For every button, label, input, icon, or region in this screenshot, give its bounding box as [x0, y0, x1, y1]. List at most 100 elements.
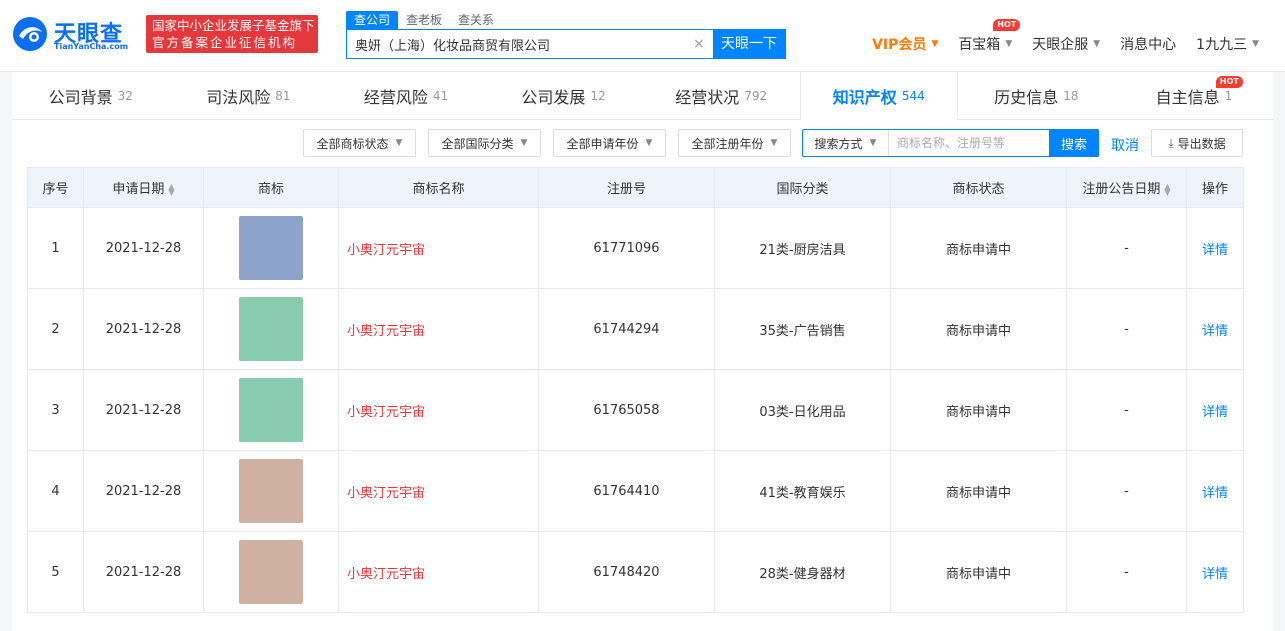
vip-menu[interactable]: VIP会员 ▼ [862, 34, 948, 54]
trademark-name-link[interactable]: 小奥汀元宇宙 [338, 531, 539, 613]
col-notice-date[interactable]: 注册公告日期 ▲ ▼ [1066, 167, 1187, 208]
detail-link[interactable]: 详情 [1186, 288, 1244, 370]
tianyancha-logo[interactable]: 天眼查 TianYanCha.com [10, 14, 140, 54]
tab-self-info[interactable]: 自主信息 1 HOT [1115, 72, 1273, 120]
main-search-button[interactable]: 天眼一下 [713, 29, 785, 59]
trademark-search-button[interactable]: 搜索 [1049, 129, 1099, 157]
tab-count: 792 [744, 89, 768, 103]
caret-down-icon: ▼ [645, 138, 653, 148]
row-date: 2021-12-28 [83, 450, 204, 532]
row-notice-date: - [1066, 450, 1187, 532]
tab-judicial-risk[interactable]: 司法风险 81 [170, 72, 328, 120]
tab-count: 32 [117, 89, 133, 103]
search-mode-dropdown[interactable]: 搜索方式 ▼ [803, 130, 889, 156]
logo-icon [13, 17, 47, 51]
row-intl-class: 41类-教育娱乐 [714, 450, 891, 532]
dropdown-label: 全部国际分类 [441, 136, 514, 151]
dropdown-label: 全部注册年份 [691, 136, 764, 151]
tab-search-relation[interactable]: 查关系 [450, 11, 502, 29]
col-reg-number: 注册号 [538, 167, 715, 208]
badge-line-2: 官方备案企业征信机构 [152, 35, 298, 50]
table-row: 1 2021-12-28 小奥汀元宇宙 61771096 21类-厨房洁具 商标… [27, 207, 1244, 289]
col-label: 注册公告日期 [1082, 182, 1161, 197]
main-search-input[interactable] [347, 30, 687, 58]
tab-search-company[interactable]: 查公司 [346, 11, 399, 29]
caret-down-icon: ▼ [395, 138, 403, 148]
caret-down-icon: ▼ [1005, 39, 1013, 49]
enterprise-service-menu[interactable]: 天眼企服 ▼ [1022, 34, 1110, 54]
detail-link[interactable]: 详情 [1186, 369, 1244, 451]
logo-domain: TianYanCha.com [54, 42, 129, 51]
tab-count: 41 [432, 89, 449, 103]
table-row: 2 2021-12-28 小奥汀元宇宙 61744294 35类-广告销售 商标… [27, 288, 1244, 370]
tab-history-info[interactable]: 历史信息 18 [958, 72, 1116, 120]
message-center-link[interactable]: 消息中心 [1110, 34, 1186, 54]
tab-label: 知识产权 [832, 88, 897, 107]
trademark-image[interactable] [239, 216, 303, 280]
trademark-status-dropdown[interactable]: 全部商标状态 ▼ [303, 129, 416, 157]
row-notice-date: - [1066, 288, 1187, 370]
tab-company-development[interactable]: 公司发展 12 [485, 72, 643, 120]
top-nav: VIP会员 ▼ 百宝箱 ▼ HOT 天眼企服 ▼ 消息中心 1九九三 ▼ [862, 19, 1285, 54]
tab-count: 1 [1224, 89, 1233, 103]
badge-line-1: 国家中小企业发展子基金旗下 [152, 18, 315, 33]
tab-company-background[interactable]: 公司背景 32 [12, 72, 170, 120]
row-image-cell [203, 207, 339, 289]
caret-down-icon: ▼ [1093, 39, 1101, 49]
clear-icon[interactable]: × [693, 36, 705, 52]
row-image-cell [203, 531, 339, 613]
detail-link[interactable]: 详情 [1186, 207, 1244, 289]
row-intl-class: 21类-厨房洁具 [714, 207, 891, 289]
trademark-name-link[interactable]: 小奥汀元宇宙 [338, 288, 539, 370]
row-image-cell [203, 288, 339, 370]
tab-count: 544 [901, 89, 925, 103]
row-notice-date: - [1066, 369, 1187, 451]
export-data-button[interactable]: ⤓ 导出数据 [1151, 129, 1243, 157]
trademark-image[interactable] [239, 459, 303, 523]
search-type-tabs: 查公司 查老板 查关系 [346, 11, 502, 29]
row-date: 2021-12-28 [83, 288, 204, 370]
detail-link[interactable]: 详情 [1186, 450, 1244, 532]
col-index: 序号 [27, 167, 84, 208]
trademark-image[interactable] [239, 378, 303, 442]
tab-search-boss[interactable]: 查老板 [398, 11, 450, 29]
apply-year-dropdown[interactable]: 全部申请年份 ▼ [553, 129, 666, 157]
toolbox-menu[interactable]: 百宝箱 ▼ HOT [948, 19, 1022, 54]
trademark-panel: 全部商标状态 ▼ 全部国际分类 ▼ 全部申请年份 ▼ 全部注册年份 ▼ 搜索方式 ▼ 搜索… [12, 120, 1273, 631]
tab-count: 12 [590, 89, 606, 103]
cancel-link[interactable]: 取消 [1111, 135, 1139, 155]
caret-down-icon: ▼ [1252, 39, 1259, 49]
trademark-image[interactable] [239, 297, 303, 361]
register-year-dropdown[interactable]: 全部注册年份 ▼ [678, 129, 791, 157]
col-trademark-name: 商标名称 [338, 167, 539, 208]
col-status: 商标状态 [890, 167, 1067, 208]
table-row: 5 2021-12-28 小奥汀元宇宙 61748420 28类-健身器材 商标… [27, 531, 1244, 613]
tab-intellectual-property[interactable]: 知识产权 544 [799, 72, 958, 120]
detail-link[interactable]: 详情 [1186, 531, 1244, 613]
col-apply-date[interactable]: 申请日期 ▲ ▼ [83, 167, 204, 208]
tab-business-status[interactable]: 经营状况 792 [642, 72, 800, 120]
row-status: 商标申请中 [890, 288, 1067, 370]
trademark-name-link[interactable]: 小奥汀元宇宙 [338, 207, 539, 289]
company-section-tabs: 公司背景 32 司法风险 81 经营风险 41 公司发展 12 经营状况 792 知识产权… [12, 72, 1273, 120]
table-row: 3 2021-12-28 小奥汀元宇宙 61765058 03类-日化用品 商标… [27, 369, 1244, 451]
tab-operation-risk[interactable]: 经营风险 41 [327, 72, 485, 120]
trademark-name-link[interactable]: 小奥汀元宇宙 [338, 450, 539, 532]
hot-badge: HOT [993, 19, 1021, 31]
trademark-search-input[interactable] [889, 130, 1051, 156]
intl-class-dropdown[interactable]: 全部国际分类 ▼ [428, 129, 541, 157]
sort-icon[interactable]: ▲ ▼ [1164, 182, 1170, 196]
tab-label: 经营状况 [675, 88, 740, 107]
sort-icon[interactable]: ▲ ▼ [168, 182, 174, 196]
table-row: 4 2021-12-28 小奥汀元宇宙 61764410 41类-教育娱乐 商标… [27, 450, 1244, 532]
row-reg-number: 61771096 [538, 207, 715, 289]
hot-badge: HOT [1215, 76, 1243, 88]
official-badge: 国家中小企业发展子基金旗下 官方备案企业征信机构 [146, 15, 318, 53]
user-menu[interactable]: 1九九三 ▼ [1186, 34, 1285, 54]
row-intl-class: 03类-日化用品 [714, 369, 891, 451]
row-date: 2021-12-28 [83, 531, 204, 613]
row-reg-number: 61744294 [538, 288, 715, 370]
row-intl-class: 28类-健身器材 [714, 531, 891, 613]
trademark-image[interactable] [239, 540, 303, 604]
trademark-name-link[interactable]: 小奥汀元宇宙 [338, 369, 539, 451]
